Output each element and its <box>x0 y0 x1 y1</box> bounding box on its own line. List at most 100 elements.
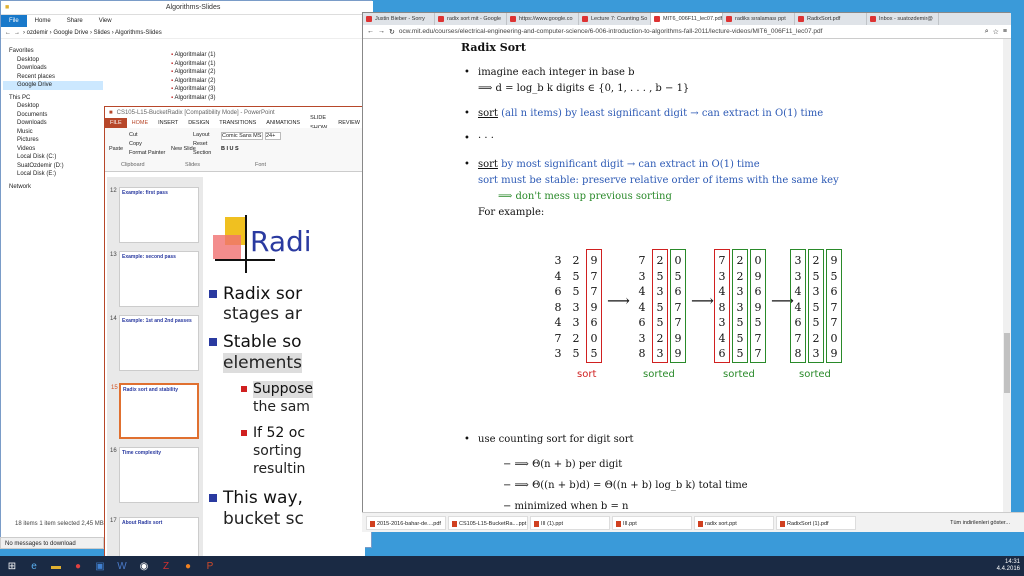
download-item[interactable]: radix sort.ppt <box>694 515 774 530</box>
browser-tab[interactable]: RadixSort.pdf <box>795 13 867 25</box>
clock[interactable]: 14:31 4.4.2016 <box>997 559 1020 573</box>
scrollbar-thumb[interactable] <box>1004 333 1010 393</box>
browser-tab[interactable]: Lecture 7: Counting So <box>579 13 651 25</box>
chrome-icon[interactable]: ● <box>68 557 88 575</box>
url-input[interactable]: ocw.mit.edu/courses/electrical-engineeri… <box>399 28 981 35</box>
nav-pc-disk-e[interactable]: Local Disk (E:) <box>3 170 103 179</box>
file-explorer-icon[interactable]: ▬ <box>46 557 66 575</box>
nav-item-downloads[interactable]: Downloads <box>3 64 103 73</box>
tab-file[interactable]: File <box>1 15 27 27</box>
nav-pc-disk-d[interactable]: SuatOzdemir (D:) <box>3 162 103 171</box>
slide-thumbnail-selected[interactable]: 15 Radix sort and stability <box>111 383 199 439</box>
download-item[interactable]: III.ppt <box>612 515 692 530</box>
download-item[interactable]: 2015-2016-bahar-de....pdf <box>366 515 446 530</box>
slide-thumbnail[interactable]: 12 Example: first pass <box>110 187 199 243</box>
download-item[interactable]: III (1).ppt <box>530 515 610 530</box>
slide-thumbnail[interactable]: 13 Example: second pass <box>110 251 199 307</box>
tab-design[interactable]: DESIGN <box>183 118 214 128</box>
firefox-icon[interactable]: ● <box>178 557 198 575</box>
list-item[interactable]: Algoritmalar (1) <box>171 51 261 60</box>
list-item[interactable]: Algoritmalar (3) <box>171 94 261 103</box>
slide-subbullet: If 52 oc <box>240 425 306 441</box>
forward-arrow-icon[interactable]: → <box>14 30 20 36</box>
back-arrow-icon[interactable]: ← <box>367 28 374 35</box>
search-icon[interactable]: ⌕ <box>985 28 989 36</box>
format-painter-button[interactable]: Format Painter <box>129 150 165 156</box>
star-icon[interactable]: ☆ <box>993 28 999 36</box>
internet-explorer-icon[interactable]: e <box>24 557 44 575</box>
list-item[interactable]: Algoritmalar (2) <box>171 68 261 77</box>
filezilla-icon[interactable]: Z <box>156 557 176 575</box>
nav-favorites[interactable]: Favorites <box>3 47 103 56</box>
nav-pc-music[interactable]: Music <box>3 128 103 137</box>
reset-button[interactable]: Reset <box>193 141 207 147</box>
digit-highlight-box <box>732 249 748 363</box>
digit-highlight-box <box>670 249 686 363</box>
powerpoint-icon[interactable]: P <box>200 557 220 575</box>
forward-arrow-icon[interactable]: → <box>378 28 385 35</box>
nav-pc-documents[interactable]: Documents <box>3 111 103 120</box>
tab-file[interactable]: FILE <box>105 118 127 128</box>
nav-this-pc[interactable]: This PC <box>3 94 103 103</box>
nav-item-desktop[interactable]: Desktop <box>3 56 103 65</box>
tab-insert[interactable]: INSERT <box>153 118 183 128</box>
nav-item-recent[interactable]: Recent places <box>3 73 103 82</box>
layout-button[interactable]: Layout <box>193 132 210 138</box>
start-icon[interactable]: ⊞ <box>2 557 22 575</box>
slide-canvas[interactable]: Radi Radix sor stages ar Stable so eleme… <box>205 177 365 569</box>
paste-button[interactable]: Paste <box>109 146 123 152</box>
tab-home[interactable]: HOME <box>126 118 154 129</box>
browser-tab[interactable]: https://www.google.co <box>507 13 579 25</box>
menu-icon[interactable]: ≡ <box>1003 28 1011 35</box>
slide-thumbnail[interactable]: 14 Example: 1st and 2nd passes <box>110 315 199 371</box>
word-icon[interactable]: W <box>112 557 132 575</box>
list-item[interactable]: Algoritmalar (3) <box>171 85 261 94</box>
scrollbar[interactable] <box>1003 39 1011 517</box>
font-size-select[interactable]: 24+ <box>265 132 281 140</box>
bold-icon[interactable]: B I U S <box>221 146 239 152</box>
nav-pc-videos[interactable]: Videos <box>3 145 103 154</box>
tab-home[interactable]: Home <box>27 15 59 27</box>
tab-review[interactable]: REVIEW <box>333 118 365 128</box>
browser-tab[interactable]: Inbox - suatozdemir@ <box>867 13 939 25</box>
list-item[interactable]: Algoritmalar (2) <box>171 77 261 86</box>
save-icon[interactable]: ■ <box>109 110 113 116</box>
browser-tab-active[interactable]: MIT6_006F11_lec07.pdf <box>651 13 723 25</box>
digit-highlight-box <box>790 249 806 363</box>
section-button[interactable]: Section <box>193 150 211 156</box>
navigation-pane: Favorites Desktop Downloads Recent place… <box>3 43 103 191</box>
list-item[interactable]: Algoritmalar (1) <box>171 60 261 69</box>
breadcrumb[interactable]: › ozdemir › Google Drive › Slides › Algo… <box>23 30 162 36</box>
show-all-downloads-link[interactable]: Tüm indirilenleri göster... <box>950 520 1024 526</box>
tab-view[interactable]: View <box>91 15 120 27</box>
outlook-icon[interactable]: ▣ <box>90 557 110 575</box>
tab-animations[interactable]: ANIMATIONS <box>261 118 305 128</box>
nav-item-google-drive[interactable]: Google Drive <box>3 81 103 90</box>
browser-tab[interactable]: radiks sıralaması ppt <box>723 13 795 25</box>
slide-subbullet-cont: sorting <box>253 443 302 459</box>
cut-button[interactable]: Cut <box>129 132 138 138</box>
font-select[interactable]: Comic Sans MS <box>221 132 263 140</box>
browser-tab[interactable]: Justin Bieber - Sorry <box>363 13 435 25</box>
address-bar[interactable]: ← → › ozdemir › Google Drive › Slides › … <box>1 27 373 39</box>
nav-pc-desktop[interactable]: Desktop <box>3 102 103 111</box>
tab-share[interactable]: Share <box>59 15 91 27</box>
download-item[interactable]: RadixSort (1).pdf <box>776 515 856 530</box>
media-player-icon[interactable]: ◉ <box>134 557 154 575</box>
nav-pc-pictures[interactable]: Pictures <box>3 136 103 145</box>
download-item[interactable]: CS105-L15-BucketRa....ppt <box>448 515 528 530</box>
browser-tab[interactable]: radix sort mit - Google <box>435 13 507 25</box>
copy-button[interactable]: Copy <box>129 141 142 147</box>
back-arrow-icon[interactable]: ← <box>5 30 11 36</box>
digit-column: 7344638 <box>638 254 646 360</box>
slide-subbullet-cont: the sam <box>253 399 310 415</box>
slide-bullet-cont: stages ar <box>223 304 302 324</box>
nav-pc-downloads[interactable]: Downloads <box>3 119 103 128</box>
slide-thumbnail[interactable]: 16 Time complexity <box>110 447 199 503</box>
reload-icon[interactable]: ↻ <box>389 28 395 36</box>
doc-line: − minimized when b = n <box>503 501 629 512</box>
downloads-bar: 2015-2016-bahar-de....pdf CS105-L15-Buck… <box>362 512 1024 532</box>
nav-pc-disk-c[interactable]: Local Disk (C:) <box>3 153 103 162</box>
tab-transitions[interactable]: TRANSITIONS <box>214 118 261 128</box>
nav-network[interactable]: Network <box>3 183 103 192</box>
